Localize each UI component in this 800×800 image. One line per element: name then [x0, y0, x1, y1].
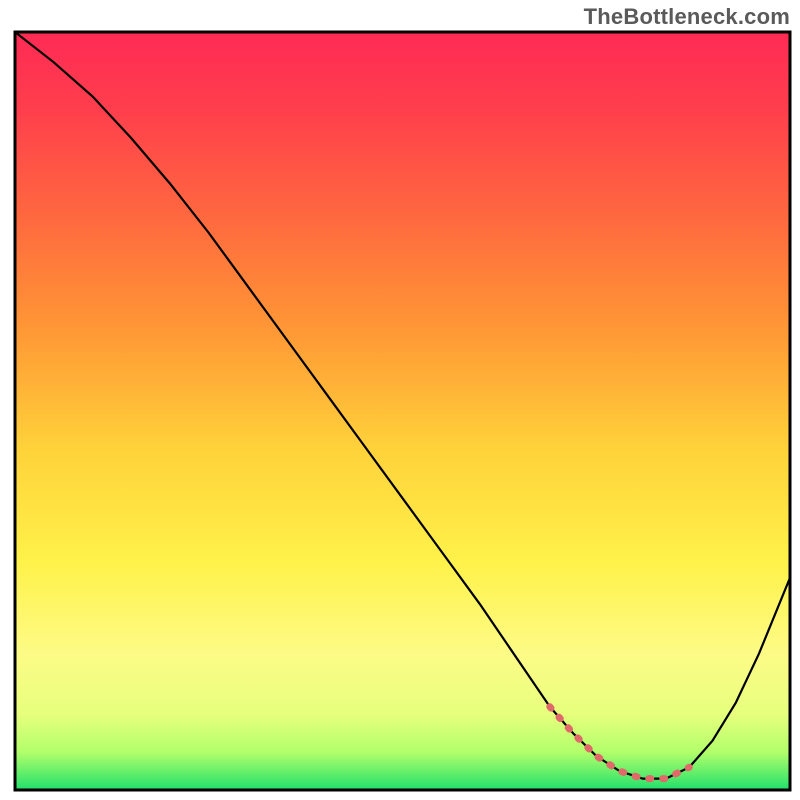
chart-container: TheBottleneck.com: [0, 0, 800, 800]
bottleneck-chart: [0, 0, 800, 800]
watermark-text: TheBottleneck.com: [584, 4, 790, 30]
gradient-background: [15, 32, 790, 790]
